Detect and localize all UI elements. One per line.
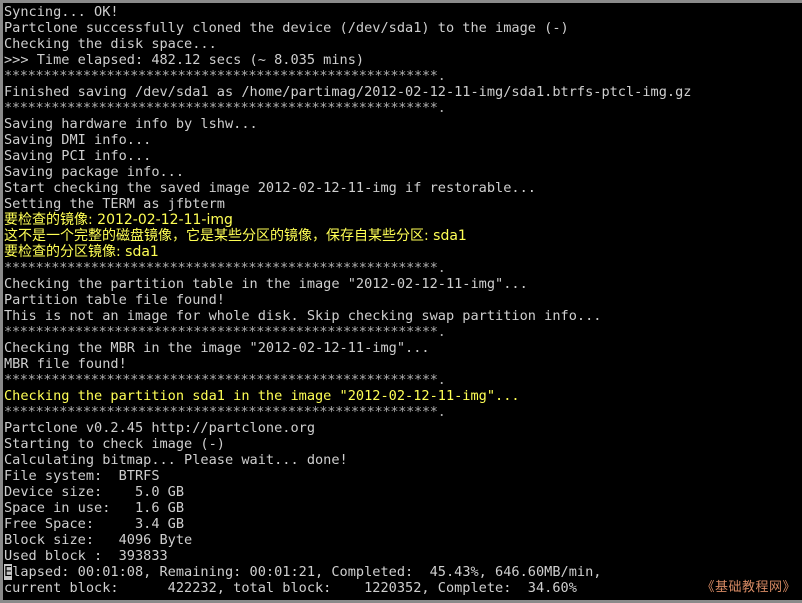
terminal-line: Checking the disk space...	[4, 36, 217, 52]
terminal-line: 要检查的镜像: 2012-02-12-11-img	[4, 212, 233, 228]
terminal-line: Block size: 4096 Byte	[4, 532, 193, 548]
terminal-line: >>> Time elapsed: 482.12 secs (~ 8.035 m…	[4, 52, 365, 68]
terminal-line: 这不是一个完整的磁盘镜像，它是某些分区的镜像，保存自某些分区: sda1	[4, 228, 467, 244]
terminal-line: Starting to check image (-)	[4, 436, 225, 452]
terminal-line: ****************************************…	[4, 260, 446, 276]
terminal-line: Saving DMI info...	[4, 132, 152, 148]
terminal-line: Space in use: 1.6 GB	[4, 500, 185, 516]
terminal-window[interactable]: Syncing... OK! Partclone successfully clo…	[0, 0, 802, 603]
watermark-label: 《基础教程网》	[701, 580, 796, 595]
terminal-line: This is not an image for whole disk. Ski…	[4, 308, 602, 324]
terminal-line: Device size: 5.0 GB	[4, 484, 185, 500]
terminal-line: MBR file found!	[4, 356, 127, 372]
terminal-line: current block: 422232, total block: 1220…	[4, 580, 577, 596]
terminal-line: Partclone successfully cloned the device…	[4, 20, 569, 36]
terminal-line: ****************************************…	[4, 404, 446, 420]
terminal-line: Checking the partition sda1 in the image…	[4, 388, 520, 404]
terminal-cursor: E	[4, 564, 13, 580]
terminal-line: 要检查的分区镜像: sda1	[4, 244, 159, 260]
terminal-line: Used block : 393833	[4, 548, 168, 564]
terminal-line: Syncing... OK!	[4, 4, 119, 20]
terminal-line: Checking the MBR in the image "2012-02-1…	[4, 340, 430, 356]
terminal-line: Elapsed: 00:01:08, Remaining: 00:01:21, …	[4, 564, 802, 580]
terminal-line: Finished saving /dev/sda1 as /home/parti…	[4, 84, 692, 100]
terminal-line: Setting the TERM as jfbterm	[4, 196, 225, 212]
terminal-line: ****************************************…	[4, 324, 446, 340]
terminal-line: Saving package info...	[4, 164, 185, 180]
terminal-line: Calculating bitmap... Please wait... don…	[4, 452, 348, 468]
terminal-line: ****************************************…	[4, 68, 446, 84]
terminal-line: Saving hardware info by lshw...	[4, 116, 258, 132]
terminal-screen[interactable]: Syncing... OK! Partclone successfully clo…	[3, 3, 802, 596]
terminal-line-text: lapsed: 00:01:08, Remaining: 00:01:21, C…	[12, 564, 602, 580]
terminal-line: Partition table file found!	[4, 292, 225, 308]
terminal-line: Start checking the saved image 2012-02-1…	[4, 180, 536, 196]
terminal-line: Checking the partition table in the imag…	[4, 276, 528, 292]
terminal-line: ****************************************…	[4, 100, 446, 116]
terminal-line: Partclone v0.2.45 http://partclone.org	[4, 420, 315, 436]
terminal-line: Saving PCI info...	[4, 148, 152, 164]
terminal-line: Free Space: 3.4 GB	[4, 516, 185, 532]
terminal-line: ****************************************…	[4, 372, 446, 388]
terminal-line: File system: BTRFS	[4, 468, 160, 484]
